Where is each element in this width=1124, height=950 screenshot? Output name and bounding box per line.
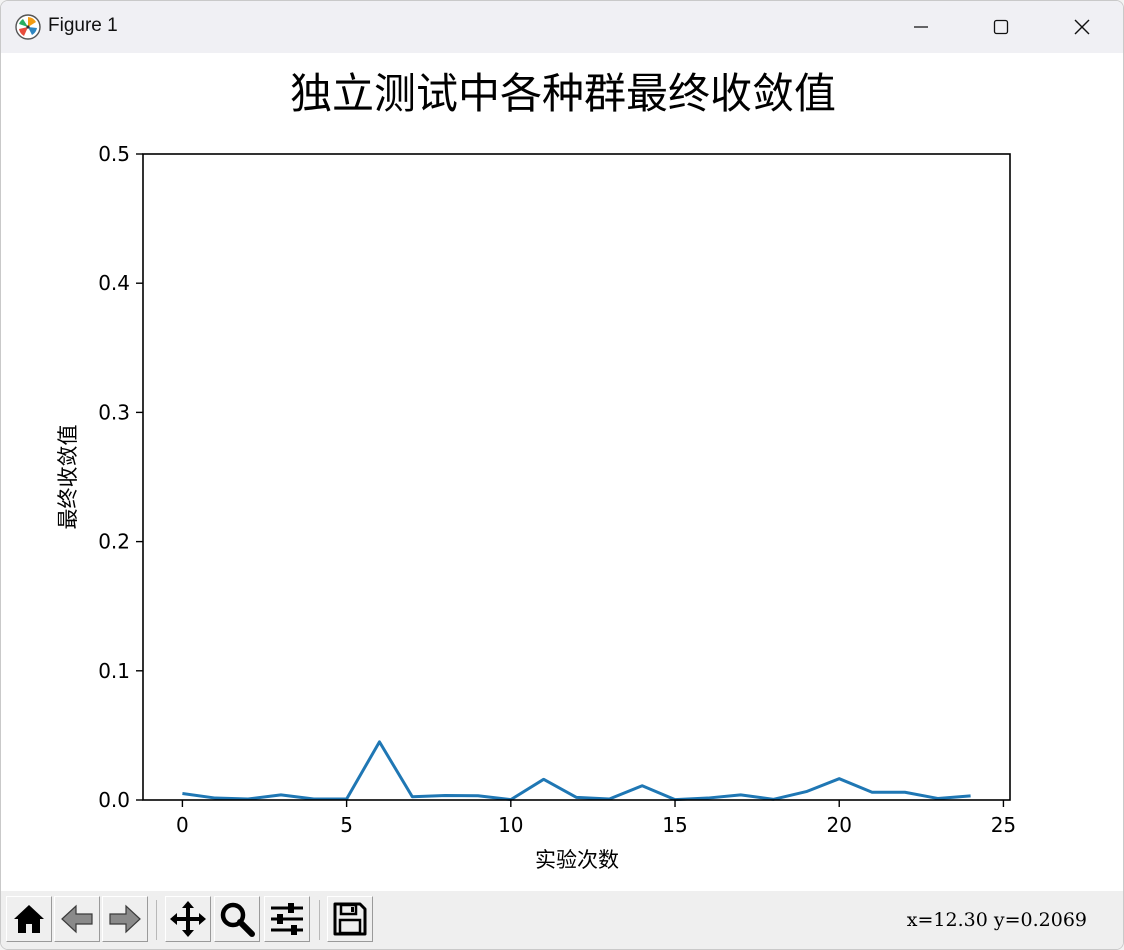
- series-line-0: [182, 740, 971, 802]
- save-button[interactable]: [327, 896, 373, 942]
- x-tick-label: 25: [991, 813, 1016, 837]
- x-tick-label: 15: [662, 813, 687, 837]
- forward-button[interactable]: [102, 896, 148, 942]
- figure-canvas[interactable]: 独立测试中各种群最终收敛值 0 5 10 15 20 25 0.0 0.1 0.2 0.3 0.4 0…: [1, 53, 1123, 891]
- y-axis-label: 最终收敛值: [56, 425, 80, 530]
- move-icon: [170, 901, 206, 937]
- close-icon: [1074, 19, 1090, 35]
- zoom-button[interactable]: [214, 896, 260, 942]
- left-arrow-icon: [61, 904, 93, 934]
- title-bar[interactable]: Figure 1: [1, 1, 1123, 53]
- y-tick-label: 0.0: [98, 788, 130, 812]
- x-axis-label: 实验次数: [535, 848, 619, 872]
- y-tick-label: 0.3: [98, 400, 130, 424]
- figure-window: Figure 1 独立测试中各种群最终收敛值 0 5 10 15 20 25 0.0 0.1 0…: [0, 0, 1124, 950]
- y-tick-label: 0.4: [98, 271, 130, 295]
- minimize-icon: [914, 26, 928, 28]
- chart-title: 独立测试中各种群最终收敛值: [290, 69, 836, 118]
- back-button[interactable]: [54, 896, 100, 942]
- close-button[interactable]: [1042, 1, 1122, 53]
- right-arrow-icon: [109, 904, 141, 934]
- configure-button[interactable]: [264, 896, 310, 942]
- y-tick-label: 0.2: [98, 530, 130, 554]
- floppy-disk-icon: [333, 902, 367, 936]
- plot-frame: [142, 153, 1011, 801]
- sliders-icon: [271, 903, 303, 935]
- home-button[interactable]: [6, 896, 52, 942]
- x-tick-label: 20: [827, 813, 852, 837]
- cursor-coordinates: x=12.30 y=0.2069: [906, 909, 1087, 931]
- x-tick-label: 10: [498, 813, 523, 837]
- x-tick-label: 5: [340, 813, 353, 837]
- search-icon: [220, 902, 255, 937]
- maximize-button[interactable]: [961, 1, 1041, 53]
- toolbar-separator: [156, 900, 157, 940]
- window-title: Figure 1: [48, 15, 118, 36]
- maximize-icon: [993, 19, 1009, 35]
- minimize-button[interactable]: [881, 1, 961, 53]
- matplotlib-logo-icon: [15, 14, 41, 40]
- line-chart: 独立测试中各种群最终收敛值 0 5 10 15 20 25 0.0 0.1 0.2 0.3 0.4 0…: [56, 69, 1016, 872]
- toolbar-separator: [319, 900, 320, 940]
- pan-button[interactable]: [165, 896, 211, 942]
- home-icon: [14, 905, 44, 933]
- x-tick-label: 0: [176, 813, 189, 837]
- y-tick-label: 0.5: [98, 142, 130, 166]
- y-tick-label: 0.1: [98, 659, 130, 683]
